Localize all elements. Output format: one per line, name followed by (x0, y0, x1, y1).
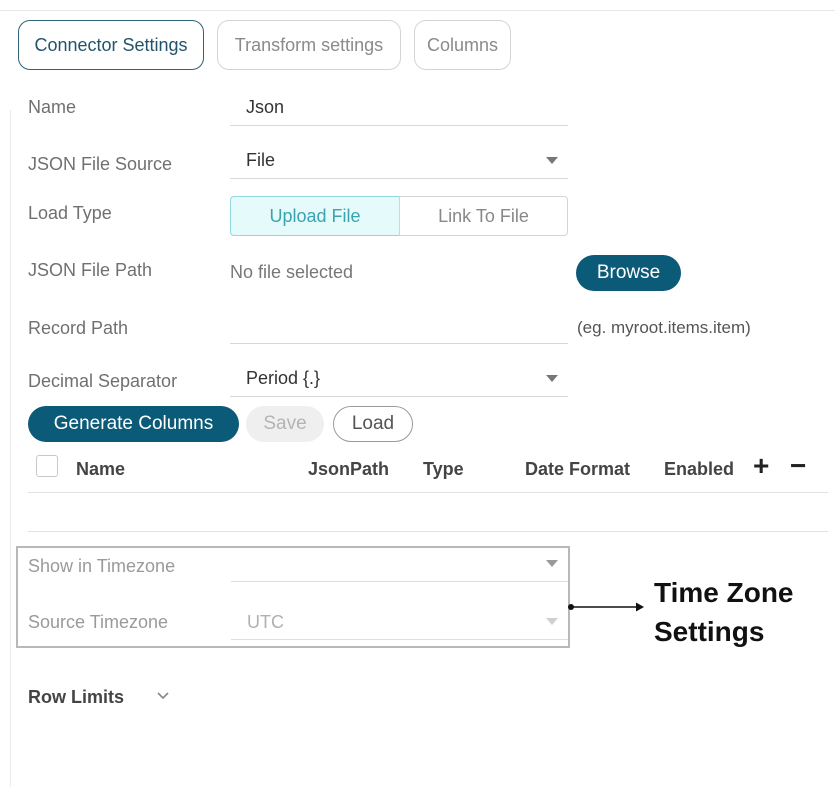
row-limits-toggle[interactable]: Row Limits (28, 687, 124, 708)
annotation-line-2: Settings (654, 616, 765, 647)
name-value: Json (246, 97, 285, 117)
select-all-checkbox[interactable] (36, 455, 58, 477)
load-type-label: Load Type (28, 203, 112, 223)
record-path-label: Record Path (28, 318, 129, 338)
save-button[interactable]: Save (246, 406, 324, 442)
show-timezone-select[interactable] (231, 548, 568, 582)
file-source-value: File (246, 150, 276, 170)
source-timezone-value: UTC (247, 612, 284, 632)
decimal-separator-label: Decimal Separator (28, 371, 178, 391)
record-path-hint: (eg. myroot.items.item) (577, 318, 751, 337)
chevron-down-icon (546, 157, 558, 164)
column-header-date-format: Date Format (525, 459, 631, 479)
table-header-divider (28, 492, 828, 493)
file-source-select[interactable]: File (230, 143, 568, 179)
column-header-jsonpath: JsonPath (308, 459, 390, 479)
top-divider (0, 10, 835, 11)
chevron-down-icon (546, 618, 558, 625)
column-header-enabled: Enabled (664, 459, 735, 479)
annotation-line-1: Time Zone (654, 577, 794, 608)
chevron-down-icon[interactable] (156, 691, 170, 701)
source-timezone-label: Source Timezone (28, 612, 169, 632)
decimal-separator-value: Period {.} (246, 368, 321, 388)
chevron-down-icon (546, 560, 558, 567)
load-button[interactable]: Load (333, 406, 413, 442)
decimal-separator-select[interactable]: Period {.} (230, 361, 568, 397)
column-header-type: Type (423, 459, 464, 479)
tab-connector-settings[interactable]: Connector Settings (18, 20, 204, 70)
column-header-name: Name (76, 459, 126, 479)
timezone-settings-box: Show in Timezone Source Timezone UTC (16, 546, 570, 648)
add-column-button[interactable]: + (753, 450, 769, 482)
generate-columns-button[interactable]: Generate Columns (28, 406, 239, 442)
chevron-down-icon (546, 375, 558, 382)
source-timezone-select[interactable]: UTC (231, 606, 568, 640)
table-bottom-divider (28, 531, 828, 532)
file-source-label: JSON File Source (28, 154, 173, 174)
tab-transform-settings[interactable]: Transform settings (217, 20, 401, 70)
show-timezone-label: Show in Timezone (28, 556, 176, 576)
name-input[interactable]: Json (230, 90, 568, 126)
upload-file-option[interactable]: Upload File (230, 196, 400, 236)
file-path-label: JSON File Path (28, 260, 153, 280)
left-divider (10, 110, 11, 787)
record-path-input[interactable] (230, 308, 568, 344)
annotation-arrow-icon (568, 602, 644, 612)
name-label: Name (28, 97, 77, 117)
remove-column-button[interactable]: − (790, 450, 806, 482)
file-path-value: No file selected (230, 262, 354, 282)
annotation-text: Time Zone Settings (654, 573, 794, 651)
tab-columns[interactable]: Columns (414, 20, 511, 70)
link-to-file-option[interactable]: Link To File (399, 196, 568, 236)
browse-button[interactable]: Browse (576, 255, 681, 291)
